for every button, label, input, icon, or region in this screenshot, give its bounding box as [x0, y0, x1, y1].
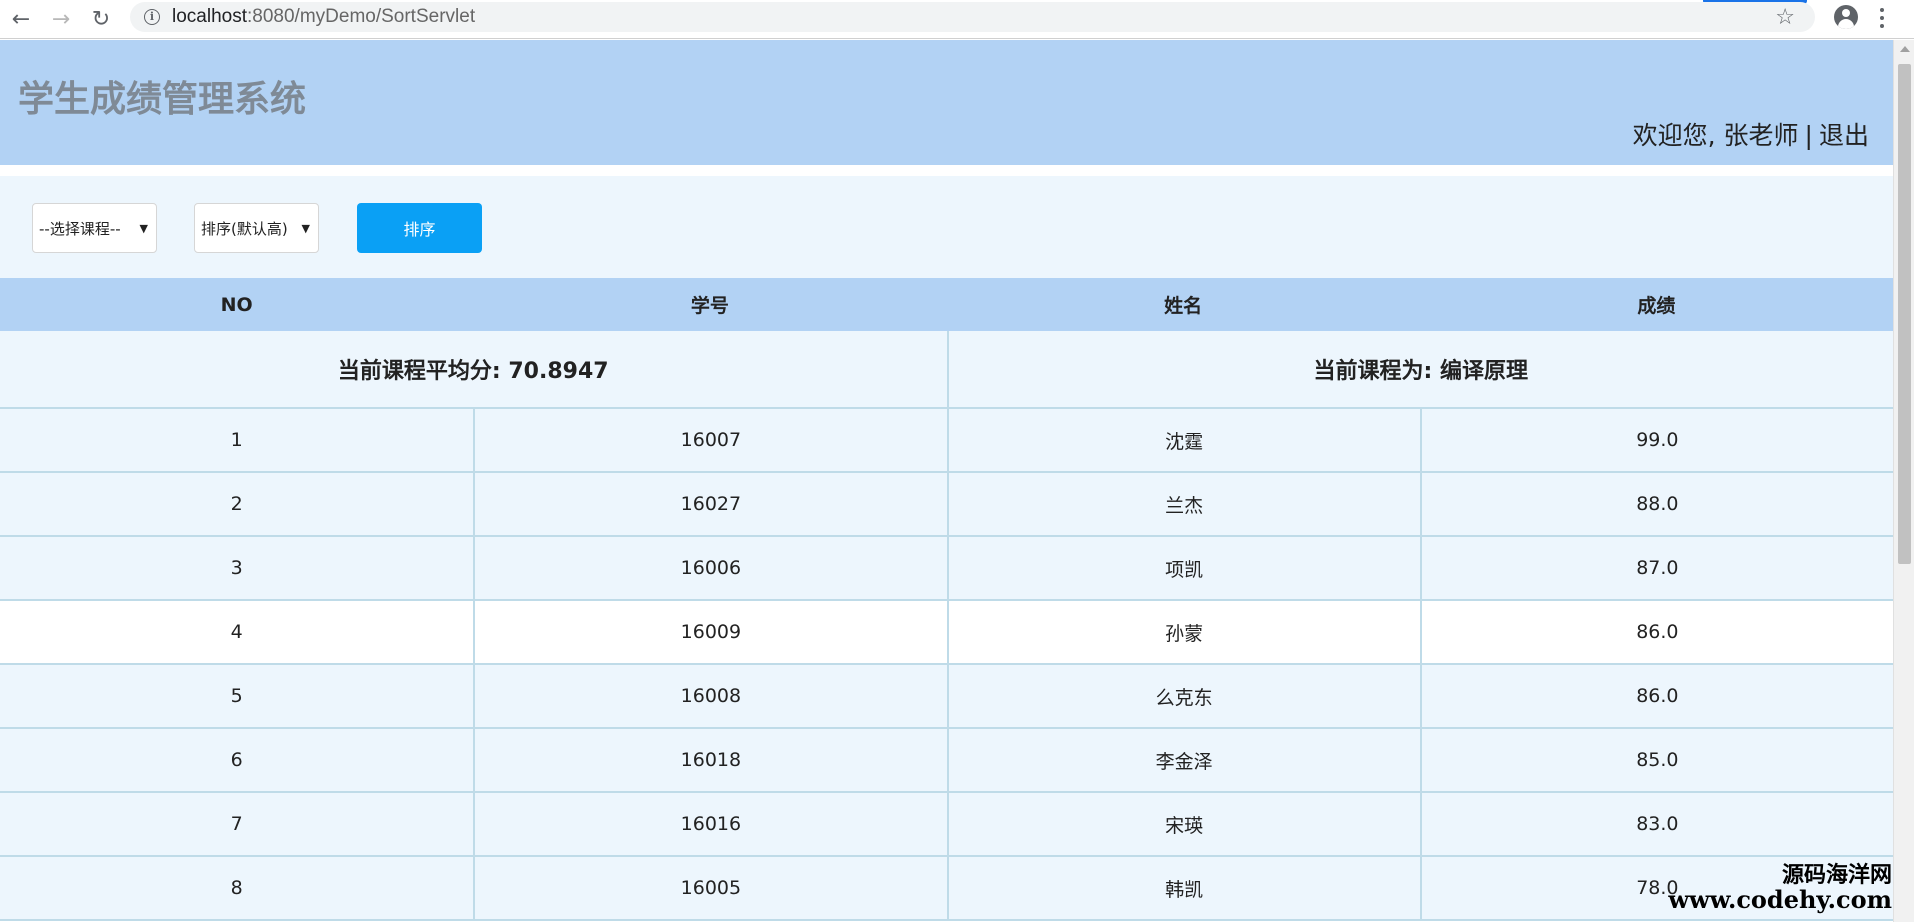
sort-button[interactable]: 排序	[357, 203, 482, 253]
reload-icon[interactable]: ↻	[88, 6, 114, 32]
table-row: 6 16018 李金泽 85.0	[0, 729, 1893, 793]
column-header-name: 姓名	[1164, 295, 1203, 317]
cell-student-id: 16018	[473, 729, 946, 791]
cell-student-name: 兰杰	[946, 473, 1420, 535]
column-header-id: 学号	[690, 295, 729, 317]
cell-score: 88.0	[1419, 473, 1893, 535]
bookmark-star-icon[interactable]: ☆	[1775, 5, 1795, 30]
cell-student-id: 16007	[473, 409, 946, 471]
logout-link[interactable]: 退出	[1819, 121, 1869, 150]
cell-no: 7	[230, 813, 243, 835]
table-row: 4 16009 孙蒙 86.0	[0, 601, 1893, 665]
page-title: 学生成绩管理系统	[18, 79, 307, 120]
cell-score: 83.0	[1419, 793, 1893, 855]
dropdown-caret-icon: ▼	[139, 222, 148, 235]
average-score: 当前课程平均分: 70.8947	[337, 359, 609, 384]
cell-score: 99.0	[1419, 409, 1893, 471]
cell-student-id: 16016	[473, 793, 946, 855]
cell-student-name: 沈霆	[946, 409, 1420, 471]
scroll-up-arrow-icon[interactable]	[1900, 46, 1910, 52]
cell-score: 86.0	[1419, 665, 1893, 727]
browser-toolbar: ← → ↻ i localhost:8080/myDemo/SortServle…	[0, 0, 1914, 39]
table-row: 3 16006 项凯 87.0	[0, 537, 1893, 601]
table-header: NO 学号 姓名 成绩	[0, 278, 1893, 331]
column-header-score: 成绩	[1637, 295, 1676, 317]
cell-no: 1	[230, 429, 243, 451]
current-course: 当前课程为: 编译原理	[946, 331, 1894, 407]
cell-student-name: 李金泽	[946, 729, 1420, 791]
filter-toolbar: --选择课程-- ▼ 排序(默认高) ▼ 排序	[0, 176, 1893, 278]
table-row: 8 16005 韩凯 78.0	[0, 857, 1893, 921]
page-header: 学生成绩管理系统 欢迎您, 张老师 | 退出	[0, 40, 1893, 165]
order-select[interactable]: 排序(默认高) ▼	[194, 203, 319, 253]
watermark: 源码海洋网 www.codehy.com	[1668, 864, 1892, 912]
course-select-value: --选择课程--	[39, 219, 121, 238]
cell-score: 85.0	[1419, 729, 1893, 791]
cell-no: 8	[230, 877, 243, 899]
cell-student-name: 项凯	[946, 537, 1420, 599]
back-arrow-icon[interactable]: ←	[8, 6, 34, 32]
cell-student-id: 16027	[473, 473, 946, 535]
course-select[interactable]: --选择课程-- ▼	[32, 203, 157, 253]
table-row: 2 16027 兰杰 88.0	[0, 473, 1893, 537]
info-icon[interactable]: i	[144, 9, 160, 25]
cell-student-id: 16006	[473, 537, 946, 599]
table-row: 5 16008 么克东 86.0	[0, 665, 1893, 729]
cell-student-id: 16005	[473, 857, 946, 919]
cell-student-name: 韩凯	[946, 857, 1420, 919]
cell-no: 5	[230, 685, 243, 707]
cell-student-name: 么克东	[946, 665, 1420, 727]
summary-row: 当前课程平均分: 70.8947 当前课程为: 编译原理	[0, 331, 1893, 409]
cell-score: 87.0	[1419, 537, 1893, 599]
page-scrollbar[interactable]	[1893, 40, 1914, 922]
cell-no: 3	[230, 557, 243, 579]
separator: |	[1804, 121, 1813, 150]
cell-student-id: 16009	[473, 601, 946, 663]
welcome-text: 欢迎您, 张老师	[1632, 121, 1799, 150]
forward-arrow-icon[interactable]: →	[48, 6, 74, 32]
url-text: localhost:8080/myDemo/SortServlet	[172, 6, 476, 27]
cell-no: 4	[230, 621, 243, 643]
more-menu-icon[interactable]	[1877, 6, 1887, 30]
column-header-no: NO	[220, 293, 253, 316]
watermark-url: www.codehy.com	[1668, 885, 1892, 915]
cell-student-id: 16008	[473, 665, 946, 727]
scrollbar-thumb[interactable]	[1898, 64, 1911, 564]
address-bar[interactable]: i localhost:8080/myDemo/SortServlet ☆	[130, 2, 1815, 32]
dropdown-caret-icon: ▼	[301, 222, 310, 235]
watermark-cn: 源码海洋网	[1781, 863, 1892, 888]
order-select-value: 排序(默认高)	[201, 219, 288, 238]
table-row: 7 16016 宋瑛 83.0	[0, 793, 1893, 857]
cell-student-name: 宋瑛	[946, 793, 1420, 855]
cell-no: 6	[230, 749, 243, 771]
cell-student-name: 孙蒙	[946, 601, 1420, 663]
welcome-area: 欢迎您, 张老师 | 退出	[1633, 116, 1869, 152]
cell-score: 86.0	[1419, 601, 1893, 663]
score-table: NO 学号 姓名 成绩 当前课程平均分: 70.8947 当前课程为: 编译原理…	[0, 278, 1893, 921]
account-icon[interactable]	[1834, 5, 1858, 29]
table-row: 1 16007 沈霆 99.0	[0, 409, 1893, 473]
cell-no: 2	[230, 493, 243, 515]
